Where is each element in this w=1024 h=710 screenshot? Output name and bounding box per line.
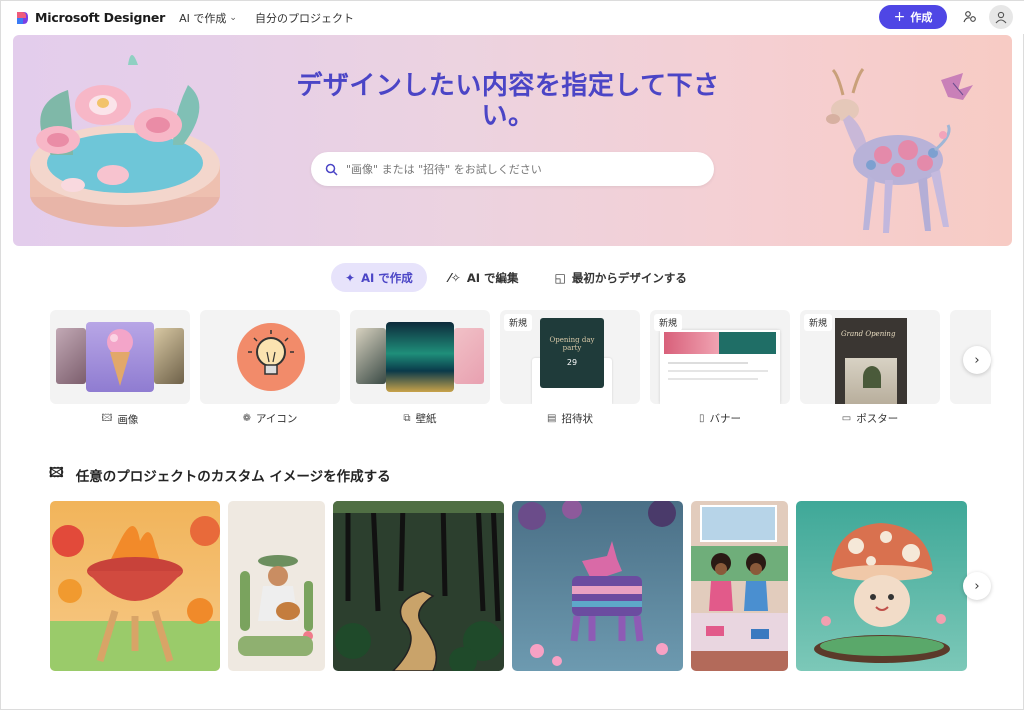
avatar[interactable]	[989, 5, 1013, 29]
template-label-invitation: ▤ 招待状	[500, 411, 640, 426]
designer-logo-icon	[17, 11, 28, 24]
template-card-icon[interactable]: ❁ アイコン	[200, 310, 340, 430]
poster-card-title: Grand Opening	[841, 330, 896, 338]
cactus-guitarist-image	[238, 555, 313, 656]
invite-card-title: Opening day party	[549, 336, 595, 352]
gallery-item-bbq-grill[interactable]	[50, 501, 220, 671]
template-label-poster: ▭ ポスター	[800, 411, 940, 426]
girls-reading-image	[691, 505, 788, 671]
image-sparkle-icon: 🖾	[49, 465, 64, 481]
gallery-item-forest-path[interactable]	[333, 501, 504, 671]
tab-ai-edit-label: AI で編集	[466, 270, 519, 285]
template-banner-text: バナー	[709, 413, 742, 425]
custom-image-gallery	[50, 501, 975, 671]
floral-deer-illustration	[826, 68, 973, 233]
tab-design-from-scratch[interactable]: ◱ 最初からデザインする	[541, 263, 701, 292]
template-thumb-invitation: 新規 Opening day party 29	[500, 310, 640, 404]
template-image-text: 画像	[117, 414, 139, 426]
tab-design-from-scratch-label: 最初からデザインする	[571, 270, 687, 285]
chevron-right-icon: ›	[974, 578, 980, 594]
chevron-right-icon: ›	[974, 352, 980, 368]
invitation-icon: ▤	[547, 413, 557, 424]
banner-icon: ▯	[698, 413, 705, 424]
new-badge: 新規	[804, 314, 833, 331]
sparkle-icon: ✦	[345, 270, 356, 285]
template-label-banner: ▯ バナー	[650, 411, 790, 426]
new-badge: 新規	[654, 314, 683, 331]
icon-sparkle-icon: ❁	[242, 413, 251, 424]
template-carousel: 🖾 画像 ❁ アイコン ⧉ 壁紙 新規 Opening day party 29…	[50, 310, 991, 430]
template-wallpaper-text: 壁紙	[415, 413, 437, 425]
nav-my-projects-label: 自分のプロジェクト	[254, 11, 354, 25]
share-people-icon[interactable]	[959, 6, 981, 28]
hero-title: デザインしたい内容を指定して下さい。	[296, 71, 720, 131]
tab-ai-edit[interactable]: ⁄✧ AI で編集	[435, 263, 533, 292]
template-thumb-wallpaper	[350, 310, 490, 404]
template-card-banner[interactable]: 新規 ▯ バナー	[650, 310, 790, 430]
prompt-search-input[interactable]	[346, 162, 686, 176]
template-icon-text: アイコン	[255, 413, 298, 425]
poster-icon: ▭	[841, 413, 852, 424]
brand-name[interactable]: Microsoft Designer	[35, 10, 165, 25]
flower-pool-illustration	[30, 55, 220, 227]
tab-ai-create[interactable]: ✦ AI で作成	[331, 263, 427, 292]
template-card-poster[interactable]: 新規 Grand Opening ▭ ポスター	[800, 310, 940, 430]
image-sparkle-icon: 🖾	[101, 413, 113, 424]
nav-ai-create[interactable]: AI で作成 ⌄	[179, 10, 237, 26]
template-label-icon: ❁ アイコン	[200, 411, 340, 426]
template-thumb-icon	[200, 310, 340, 404]
creation-mode-tabs: ✦ AI で作成 ⁄✧ AI で編集 ◱ 最初からデザインする	[331, 263, 709, 292]
create-button-label: 作成	[910, 11, 933, 24]
custom-section-title-text: 任意のプロジェクトのカスタム イメージを作成する	[75, 468, 391, 485]
bbq-grill-image	[50, 516, 220, 671]
template-label-image: 🖾 画像	[50, 411, 190, 428]
template-poster-text: ポスター	[856, 413, 899, 425]
plus-icon: +	[893, 9, 906, 25]
search-icon	[325, 163, 338, 176]
top-nav: Microsoft Designer AI で作成 ⌄ 自分のプロジェクト + …	[1, 1, 1024, 34]
invite-card-date: 29	[566, 358, 578, 367]
custom-image-section-title: 🖾 任意のプロジェクトのカスタム イメージを作成する	[49, 463, 391, 486]
template-card-wallpaper[interactable]: ⧉ 壁紙	[350, 310, 490, 430]
hero-banner: デザインしたい内容を指定して下さい。	[13, 35, 1012, 246]
chevron-down-icon: ⌄	[229, 12, 237, 23]
gallery-item-cactus-guitarist[interactable]	[228, 501, 325, 671]
template-thumb-banner: 新規	[650, 310, 790, 404]
template-card-invitation[interactable]: 新規 Opening day party 29 ▤ 招待状	[500, 310, 640, 430]
template-card-image[interactable]: 🖾 画像	[50, 310, 190, 430]
mushroom-character-image	[814, 523, 950, 663]
template-label-wallpaper: ⧉ 壁紙	[350, 411, 490, 426]
wallpaper-icon: ⧉	[403, 413, 411, 424]
gallery-item-mushroom-character[interactable]	[796, 501, 967, 671]
forest-path-image	[333, 501, 504, 671]
person-icon	[995, 11, 1007, 24]
gallery-item-pinata-party[interactable]	[512, 501, 683, 671]
prompt-search-bar[interactable]	[311, 152, 714, 186]
gallery-next-button[interactable]: ›	[963, 572, 991, 600]
template-invitation-text: 招待状	[561, 413, 593, 425]
template-carousel-next-button[interactable]: ›	[963, 346, 991, 374]
create-button[interactable]: + 作成	[879, 5, 947, 29]
nav-my-projects[interactable]: 自分のプロジェクト	[255, 10, 354, 26]
magic-wand-icon: ⁄✧	[448, 270, 461, 285]
shapes-icon: ◱	[554, 270, 566, 285]
new-badge: 新規	[504, 314, 533, 331]
template-thumb-image	[50, 310, 190, 404]
gallery-item-girls-reading[interactable]	[691, 501, 788, 671]
template-thumb-poster: 新規 Grand Opening	[800, 310, 940, 404]
pinata-party-image	[518, 501, 676, 666]
tab-ai-create-label: AI で作成	[361, 270, 413, 285]
nav-ai-create-label: AI で作成	[179, 11, 227, 25]
